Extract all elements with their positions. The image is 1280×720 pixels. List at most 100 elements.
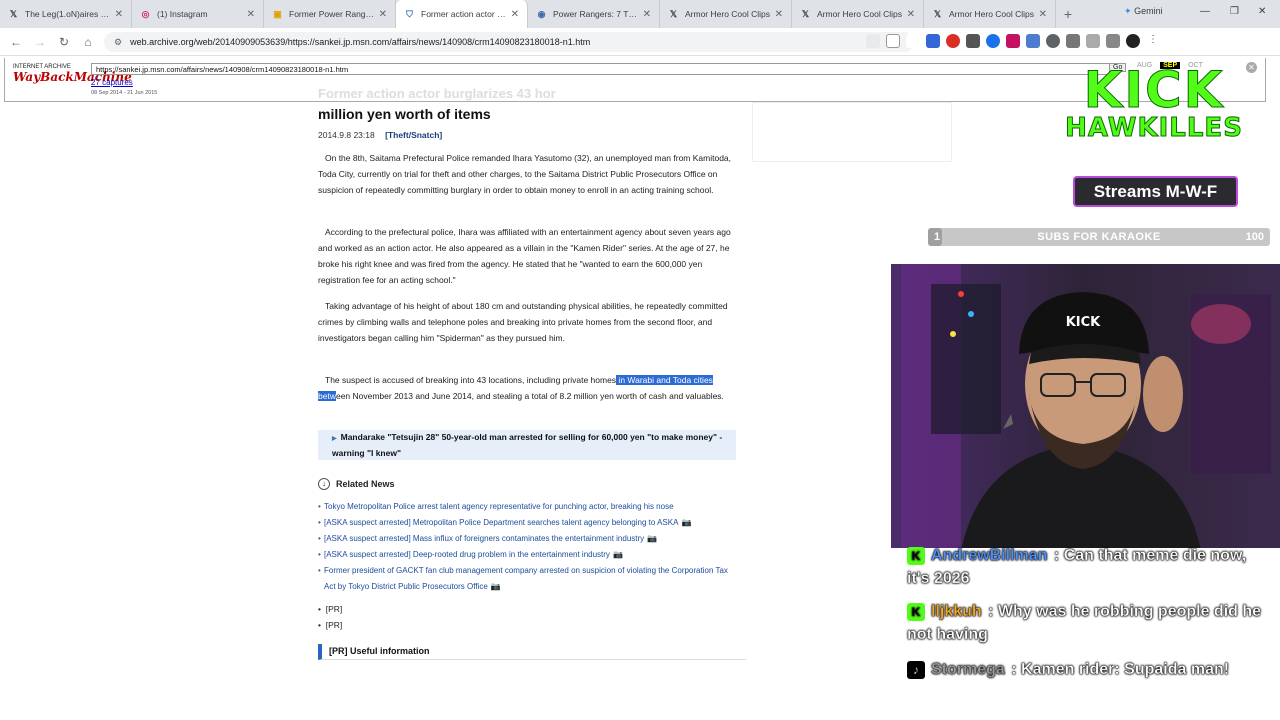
pr-label: [PR] xyxy=(325,620,343,630)
related-news-text: Former president of GACKT fan club manag… xyxy=(324,566,728,591)
tab-title: Armor Hero Cool Clips xyxy=(685,9,771,19)
kick-icon: K xyxy=(907,602,925,621)
back-icon[interactable]: ← xyxy=(4,35,28,49)
close-tab-icon[interactable]: ✕ xyxy=(379,9,387,20)
webcam-feed: KICK xyxy=(891,264,1280,551)
browser-tab-3[interactable]: ▣ Former Power Ranger A ✕ xyxy=(264,0,396,28)
tab-title: (1) Instagram xyxy=(157,9,208,19)
close-window-icon[interactable]: ✕ xyxy=(1258,6,1266,17)
related-news-list: Tokyo Metropolitan Police arrest talent … xyxy=(318,499,738,595)
extension-icon[interactable] xyxy=(1066,34,1080,48)
stream-logo-line1: KICK xyxy=(1083,61,1225,119)
gemini-button[interactable]: ✦ Gemini xyxy=(1124,6,1163,17)
close-tab-icon[interactable]: ✕ xyxy=(115,9,123,20)
category-link[interactable]: [Theft/Snatch] xyxy=(385,130,442,140)
extension-icon[interactable] xyxy=(926,34,940,48)
browser-tab-6[interactable]: 𝕏 Armor Hero Cool Clips ✕ xyxy=(660,0,792,28)
related-news-text: [ASKA suspect arrested] Mass influx of f… xyxy=(324,534,645,543)
tiktok-icon: ♪ xyxy=(907,660,925,679)
browser-tab-8[interactable]: 𝕏 Armor Hero Cool Clips ✕ xyxy=(924,0,1056,28)
x-icon: 𝕏 xyxy=(933,8,942,19)
chat-message: ♪ Stormega : Kamen rider: Supaida man! xyxy=(907,658,1267,681)
close-tab-icon[interactable]: ✕ xyxy=(907,9,915,20)
stream-logo: KICK HAWKILLES xyxy=(1056,61,1252,143)
related-news-text: Tokyo Metropolitan Police arrest talent … xyxy=(324,502,674,511)
paragraph-text: een November 2013 and June 2014, and ste… xyxy=(335,391,724,401)
mandarake-related-link[interactable]: ▶ Mandarake "Tetsujin 28" 50-year-old man… xyxy=(318,430,736,460)
page-icon: ◉ xyxy=(537,8,546,19)
close-tab-icon[interactable]: ✕ xyxy=(775,9,783,20)
related-news-text: [ASKA suspect arrested] Deep-rooted drug… xyxy=(324,550,610,559)
browser-tab-4-active[interactable]: ⛉ Former action actor bur ✕ xyxy=(396,0,528,28)
address-text: web.archive.org/web/20140909053639/https… xyxy=(130,37,591,47)
paragraph-text: The suspect is accused of breaking into … xyxy=(325,375,617,385)
extension-icon[interactable] xyxy=(966,34,980,48)
extension-icon[interactable] xyxy=(986,34,1000,48)
related-news-item[interactable]: Tokyo Metropolitan Police arrest talent … xyxy=(318,499,738,515)
camera-icon: 📷 xyxy=(681,518,692,527)
stream-schedule-badge: Streams M-W-F xyxy=(1073,176,1238,207)
site-info-icon[interactable]: ⚙ xyxy=(114,37,122,48)
article-title-faded: Former action actor burglarizes 43 hor xyxy=(318,86,556,101)
article-dateline: 2014.9.8 23:18 [Theft/Snatch] xyxy=(318,130,442,140)
close-tab-icon[interactable]: ✕ xyxy=(643,9,651,20)
close-tab-icon[interactable]: ✕ xyxy=(247,9,255,20)
close-tab-icon[interactable]: ✕ xyxy=(1039,9,1047,20)
home-icon[interactable]: ⌂ xyxy=(76,35,100,49)
related-news-item[interactable]: [ASKA suspect arrested] Metropolitan Pol… xyxy=(318,515,738,531)
profile-avatar[interactable] xyxy=(1126,34,1140,48)
captures-link[interactable]: 27 captures xyxy=(91,78,133,87)
browser-tab-7[interactable]: 𝕏 Armor Hero Cool Clips ✕ xyxy=(792,0,924,28)
chat-username: Stormega xyxy=(931,661,1005,678)
extension-icon[interactable] xyxy=(906,34,920,48)
chat-message: K AndrewBillman : Can that meme die now, … xyxy=(907,546,1247,587)
related-news-item[interactable]: Former president of GACKT fan club manag… xyxy=(318,563,738,595)
address-bar[interactable]: ⚙ web.archive.org/web/20140909053639/htt… xyxy=(104,32,914,52)
extension-icon[interactable] xyxy=(1006,34,1020,48)
translate-icon[interactable] xyxy=(866,34,880,48)
bookmark-star-icon[interactable] xyxy=(886,34,900,48)
related-news-item[interactable]: [ASKA suspect arrested] Mass influx of f… xyxy=(318,531,738,547)
article-date: 2014.9.8 23:18 xyxy=(318,130,375,140)
chat-username: lljkkuh xyxy=(931,603,982,620)
tab-title: Armor Hero Cool Clips xyxy=(817,9,903,19)
extension-icon[interactable] xyxy=(1046,34,1060,48)
browser-tab-2[interactable]: ◎ (1) Instagram ✕ xyxy=(132,0,264,28)
close-tab-icon[interactable]: ✕ xyxy=(511,9,519,20)
camera-icon: 📷 xyxy=(647,534,658,543)
article-paragraph-1: On the 8th, Saitama Prefectural Police r… xyxy=(318,153,732,195)
restore-icon[interactable]: ❐ xyxy=(1230,6,1239,17)
related-news-item[interactable]: [ASKA suspect arrested] Deep-rooted drug… xyxy=(318,547,738,563)
extension-icon[interactable] xyxy=(1026,34,1040,48)
related-news-heading: ↓ Related News xyxy=(318,478,395,490)
pr-link-2[interactable]: • [PR] xyxy=(318,620,342,630)
camera-icon: 📷 xyxy=(612,550,623,559)
sidebar-ad-slot xyxy=(752,102,952,162)
down-arrow-icon: ↓ xyxy=(318,478,330,490)
forward-icon[interactable]: → xyxy=(28,35,52,49)
wayback-logo[interactable]: INTERNET ARCHIVE WayBackMachine xyxy=(13,64,132,84)
minimize-icon[interactable]: — xyxy=(1200,6,1210,17)
menu-dots-icon[interactable]: ⋮ xyxy=(1146,34,1160,48)
streamer-webcam: KICK xyxy=(891,264,1280,551)
article-paragraph-4: The suspect is accused of breaking into … xyxy=(318,372,738,404)
browser-tab-1[interactable]: 𝕏 The Leg(1.oN)aires on X ✕ xyxy=(0,0,132,28)
wayback-icon: ⛉ xyxy=(406,8,413,19)
new-tab-button[interactable]: + xyxy=(1056,6,1080,22)
x-icon: 𝕏 xyxy=(669,8,678,19)
reload-icon[interactable]: ↻ xyxy=(52,35,76,49)
pr-link-1[interactable]: • [PR] xyxy=(318,604,342,614)
tab-strip: 𝕏 The Leg(1.oN)aires on X ✕ ◎ (1) Instag… xyxy=(0,0,1280,28)
sub-goal-bar: 1 SUBS FOR KARAOKE 100 xyxy=(928,228,1270,246)
camera-icon: 📷 xyxy=(490,582,501,591)
stream-chat-overlay: K AndrewBillman : Can that meme die now, … xyxy=(891,546,1280,720)
arrow-icon: ▶ xyxy=(332,436,337,442)
kick-icon: K xyxy=(907,546,925,565)
wayback-url-input[interactable]: https://sankei.jp.msn.com/affairs/news/1… xyxy=(91,63,1111,75)
wayback-logo-main: WayBackMachine xyxy=(13,70,132,84)
tab-title: Power Rangers: 7 Thing xyxy=(553,9,639,19)
sidepanel-icon[interactable] xyxy=(1106,34,1120,48)
puzzle-icon[interactable] xyxy=(1086,34,1100,48)
browser-tab-5[interactable]: ◉ Power Rangers: 7 Thing ✕ xyxy=(528,0,660,28)
extension-icon[interactable] xyxy=(946,34,960,48)
